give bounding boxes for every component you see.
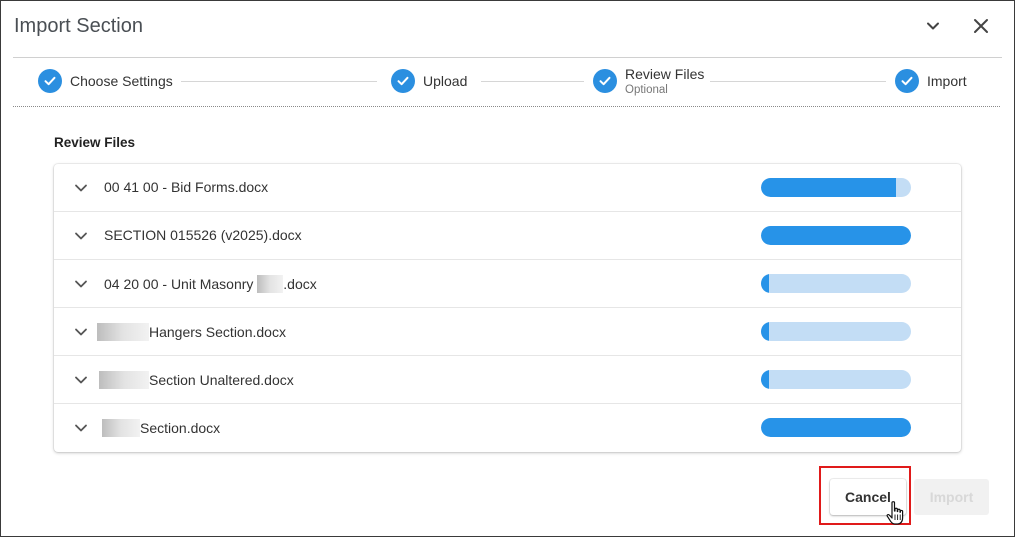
file-name-text: Hangers Section.docx xyxy=(149,324,286,340)
file-row[interactable]: SECTION 015526 (v2025).docx xyxy=(54,212,961,260)
step-connector xyxy=(181,81,377,82)
progress-fill xyxy=(761,178,896,197)
file-name-text: 00 41 00 - Bid Forms.docx xyxy=(104,179,269,195)
progress-bar xyxy=(761,178,911,197)
progress-fill xyxy=(761,226,911,245)
progress-bar xyxy=(761,226,911,245)
import-button: Import xyxy=(914,479,989,515)
file-row[interactable]: 00 41 00 - Bid Forms.docx xyxy=(54,164,961,212)
header-divider xyxy=(13,57,1002,58)
progress-bar xyxy=(761,322,911,341)
progress-bar xyxy=(761,370,911,389)
close-button[interactable] xyxy=(968,13,994,39)
step-label: Upload xyxy=(423,73,468,89)
check-icon xyxy=(38,69,62,93)
file-name: SECTION 015526 (v2025).docx xyxy=(104,227,302,243)
file-row[interactable]: 04 20 00 - Unit Masonry .docx xyxy=(54,260,961,308)
file-name-text: Section Unaltered.docx xyxy=(149,372,294,388)
file-name-text: .docx xyxy=(283,276,317,292)
chevron-down-icon[interactable] xyxy=(74,325,88,339)
step-import: Import xyxy=(895,69,967,93)
step-label: Choose Settings xyxy=(70,73,173,89)
file-name-text: Section.docx xyxy=(140,420,221,436)
stepper-divider xyxy=(13,106,1000,107)
dialog-title: Import Section xyxy=(14,15,143,37)
section-title: Review Files xyxy=(54,135,136,150)
step-connector xyxy=(481,81,584,82)
chevron-down-icon[interactable] xyxy=(74,373,88,387)
chevron-down-icon[interactable] xyxy=(74,181,88,195)
redacted-text xyxy=(99,371,149,389)
hand-pointer-icon xyxy=(886,501,904,525)
step-choose-settings: Choose Settings xyxy=(38,69,173,93)
progress-bar xyxy=(761,418,911,437)
file-name: 00 41 00 - Bid Forms.docx xyxy=(104,179,268,195)
redacted-text xyxy=(257,275,284,293)
file-list: 00 41 00 - Bid Forms.docx SECTION 015526… xyxy=(54,164,961,452)
file-name: 04 20 00 - Unit Masonry .docx xyxy=(104,275,317,293)
chevron-down-icon[interactable] xyxy=(74,277,88,291)
chevron-down-icon[interactable] xyxy=(74,421,88,435)
check-icon xyxy=(593,69,617,93)
progress-fill xyxy=(761,274,769,293)
file-name: Section.docx xyxy=(102,419,220,437)
step-label: Import xyxy=(927,73,967,89)
chevron-down-icon xyxy=(927,22,939,30)
progress-fill xyxy=(761,322,769,341)
check-icon xyxy=(895,69,919,93)
file-row[interactable]: Hangers Section.docx xyxy=(54,308,961,356)
file-name: Hangers Section.docx xyxy=(97,323,286,341)
import-section-dialog: Import Section Choose Settings Upload Re… xyxy=(0,0,1015,537)
close-icon xyxy=(974,19,988,33)
file-name-text: SECTION 015526 (v2025).docx xyxy=(104,227,302,243)
file-row[interactable]: Section.docx xyxy=(54,404,961,452)
chevron-down-icon[interactable] xyxy=(74,229,88,243)
step-upload: Upload xyxy=(391,69,467,93)
step-connector xyxy=(710,81,886,82)
step-review-files: Review Files Optional xyxy=(593,66,705,96)
file-name: Section Unaltered.docx xyxy=(99,371,294,389)
step-optional-label: Optional xyxy=(625,84,668,96)
progress-fill xyxy=(761,418,911,437)
file-row[interactable]: Section Unaltered.docx xyxy=(54,356,961,404)
progress-fill xyxy=(761,370,769,389)
redacted-text xyxy=(102,419,140,437)
redacted-text xyxy=(97,323,149,341)
collapse-button[interactable] xyxy=(920,13,946,39)
step-label: Review Files xyxy=(625,66,705,82)
progress-bar xyxy=(761,274,911,293)
file-name-text: 04 20 00 - Unit Masonry xyxy=(104,276,258,292)
check-icon xyxy=(391,69,415,93)
